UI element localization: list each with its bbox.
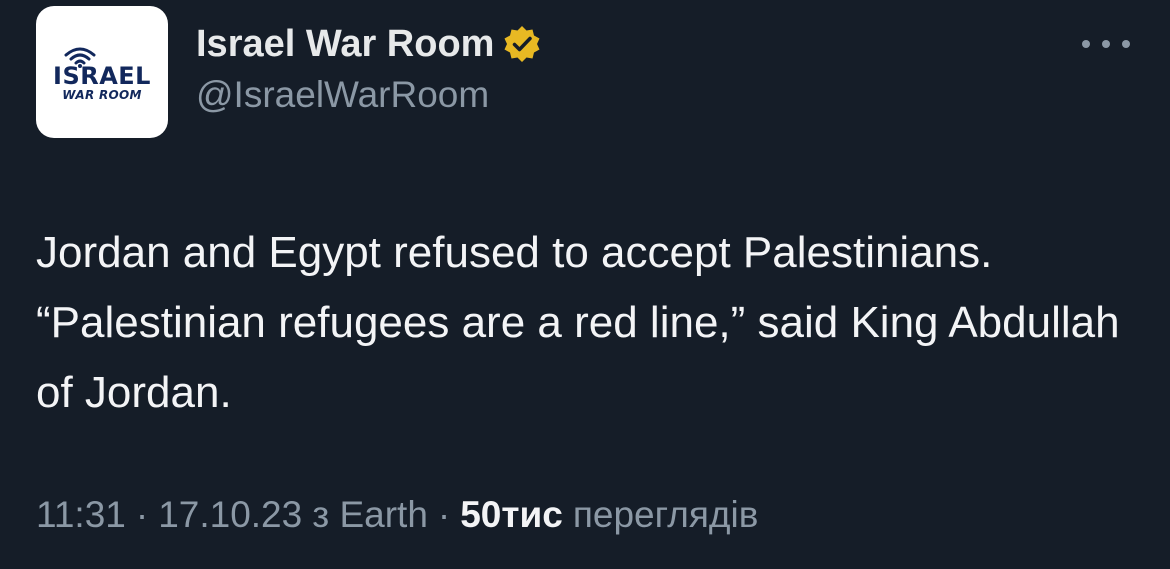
more-options-button[interactable] <box>1082 30 1130 58</box>
verified-badge-icon[interactable] <box>502 24 542 64</box>
tweet-metadata: 11:31 · 17.10.23 з Earth · 50тис перегля… <box>36 494 758 536</box>
author-handle[interactable]: @IsraelWarRoom <box>196 74 489 116</box>
author-display-name[interactable]: Israel War Room <box>196 23 494 66</box>
avatar[interactable]: ISRAEL WAR ROOM <box>36 6 168 138</box>
more-dot-icon <box>1082 40 1090 48</box>
tweet-text: Jordan and Egypt refused to accept Pales… <box>36 228 1120 417</box>
tweet-source: з Earth <box>312 494 428 535</box>
author-name-row: Israel War Room <box>196 18 542 70</box>
avatar-logo-text: ISRAEL <box>53 62 151 90</box>
views-count[interactable]: 50тис <box>460 494 563 536</box>
meta-separator: · <box>135 494 149 535</box>
avatar-logo-subtext: WAR ROOM <box>62 88 142 102</box>
meta-separator: · <box>437 494 451 535</box>
more-dot-icon <box>1122 40 1130 48</box>
tweet-time[interactable]: 11:31 <box>36 494 126 536</box>
views-label: переглядів <box>572 494 759 535</box>
tweet-date[interactable]: 17.10.23 <box>158 494 302 536</box>
more-dot-icon <box>1102 40 1110 48</box>
